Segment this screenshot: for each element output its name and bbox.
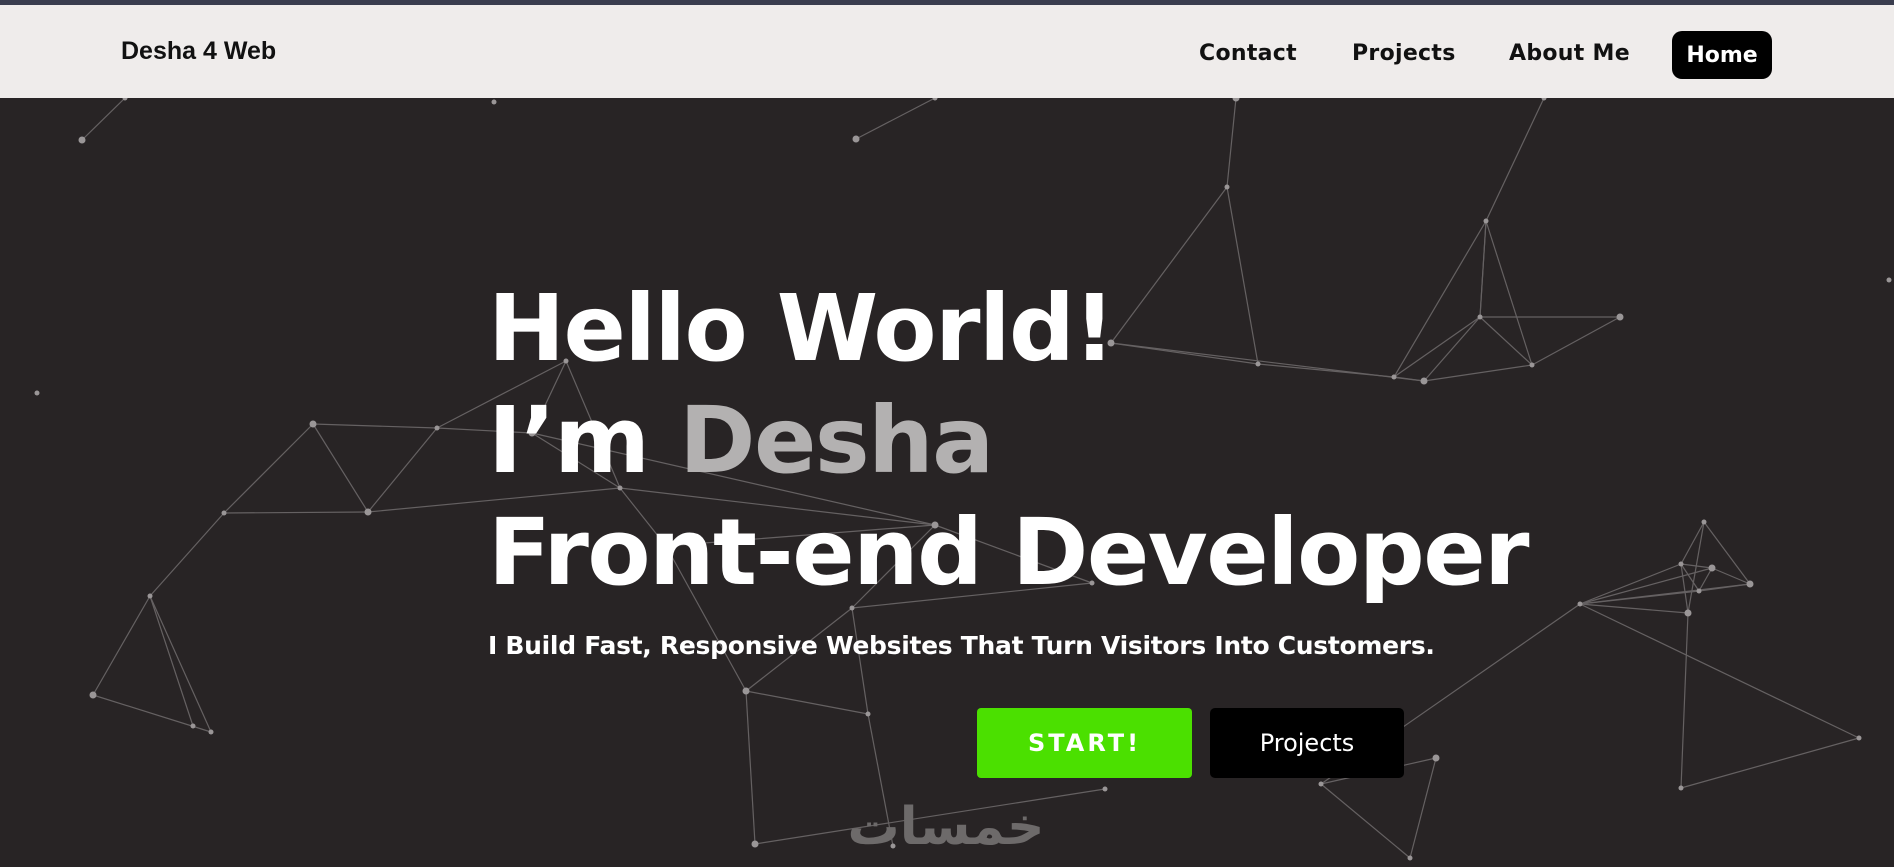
network-dot (1541, 98, 1547, 101)
nav-link-about-me[interactable]: About Me (1509, 41, 1630, 66)
network-line (745, 690, 756, 845)
network-line (92, 595, 151, 696)
network-line (149, 595, 194, 727)
network-dot (1696, 588, 1702, 594)
network-line (223, 511, 369, 514)
network-dot (1708, 564, 1716, 572)
hero-name-accent: Desha (679, 387, 994, 494)
network-line (1579, 603, 1860, 739)
navbar: Desha 4 Web Contact Projects About Me Ho… (0, 5, 1894, 98)
network-dot (1224, 184, 1230, 190)
network-line (149, 595, 212, 733)
network-dot (742, 687, 750, 695)
network-line (81, 98, 126, 141)
network-dot (1701, 519, 1707, 525)
network-dot (221, 510, 227, 516)
network-line (1680, 737, 1860, 789)
network-dot (1318, 781, 1324, 787)
network-dot (1616, 313, 1624, 321)
network-line (851, 607, 869, 715)
network-dot (190, 723, 196, 729)
network-line (745, 690, 869, 715)
khamsat-logo: خمسات (847, 797, 1044, 856)
network-dot (89, 691, 97, 699)
nav-link-projects[interactable]: Projects (1352, 41, 1456, 66)
hero-section: Hello World! I’m Desha Front-end Develop… (0, 98, 1894, 867)
network-dot (309, 420, 317, 428)
projects-button[interactable]: Projects (1210, 708, 1404, 778)
hero-line-name: I’m Desha (488, 385, 1528, 497)
network-dot (491, 99, 497, 105)
network-dot (1407, 855, 1413, 861)
network-line (223, 423, 314, 514)
network-dot (1577, 601, 1583, 607)
hero-heading: Hello World! I’m Desha Front-end Develop… (488, 273, 1529, 609)
network-dot (78, 136, 86, 144)
network-dot (1232, 98, 1240, 102)
network-dot (34, 390, 40, 396)
network-dot (1678, 561, 1684, 567)
network-dot (147, 593, 153, 599)
network-dot (865, 711, 871, 717)
network-dot (434, 425, 440, 431)
network-dot (208, 729, 214, 735)
network-dot (1684, 609, 1692, 617)
network-line (1680, 563, 1689, 614)
site-logo[interactable]: Desha 4 Web (121, 37, 276, 66)
network-dot (1483, 218, 1489, 224)
network-dot (1102, 786, 1108, 792)
network-line (1680, 612, 1689, 789)
network-line (312, 423, 369, 513)
watermark-text: خمسات (847, 797, 1044, 856)
network-dot (932, 98, 938, 101)
network-dot (1678, 785, 1684, 791)
network-dot (1432, 754, 1440, 762)
hero-im-text: I’m (488, 387, 680, 494)
hero-line-hello: Hello World! (488, 275, 1115, 382)
network-line (367, 427, 438, 513)
nav-link-home[interactable]: Home (1672, 31, 1772, 79)
network-dot (1856, 735, 1862, 741)
network-dot (852, 135, 860, 143)
network-dot (751, 840, 759, 848)
network-line (1531, 316, 1621, 366)
network-dot (1886, 277, 1892, 283)
hero-line-role: Front-end Developer (488, 499, 1529, 606)
network-line (855, 98, 936, 140)
network-line (149, 512, 225, 597)
network-dot (1746, 580, 1754, 588)
network-dot (1529, 362, 1535, 368)
network-line (1485, 98, 1545, 222)
network-line (1320, 783, 1411, 859)
network-line (1409, 757, 1437, 859)
network-line (312, 423, 438, 429)
nav-link-contact[interactable]: Contact (1199, 41, 1297, 66)
hero-subtitle: I Build Fast, Responsive Websites That T… (488, 631, 1435, 660)
network-dot (364, 508, 372, 516)
start-button[interactable]: START! (977, 708, 1192, 778)
network-line (1226, 98, 1237, 188)
